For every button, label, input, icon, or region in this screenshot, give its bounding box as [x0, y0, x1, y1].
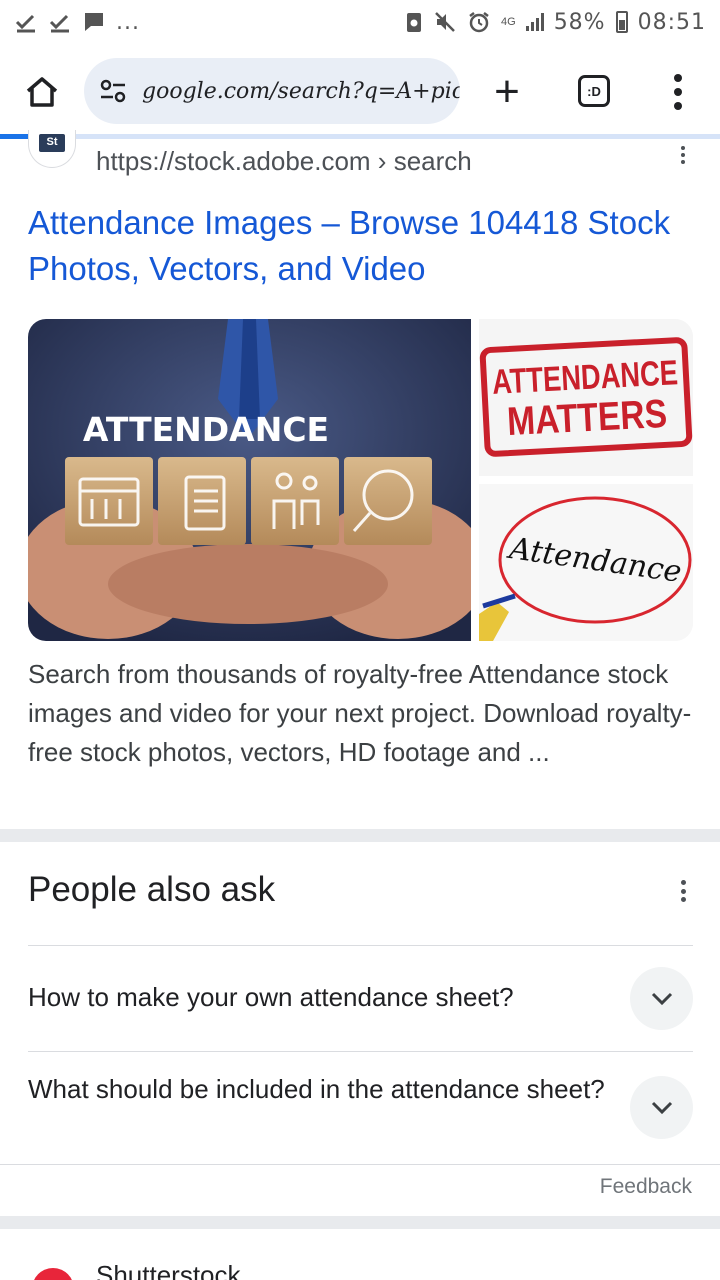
- paa-title: People also ask: [28, 870, 276, 909]
- battery-saver-icon: [407, 13, 421, 32]
- home-button[interactable]: [22, 72, 62, 112]
- paa-more-button[interactable]: [678, 880, 688, 902]
- paa-expand-button-2[interactable]: [630, 1076, 693, 1139]
- mute-icon: [435, 12, 455, 32]
- paa-expand-button-1[interactable]: [630, 967, 693, 1030]
- signal-icon: [525, 13, 544, 31]
- paa-question-2[interactable]: What should be included in the attendanc…: [28, 1071, 608, 1107]
- result-title-link[interactable]: Attendance Images – Browse 104418 Stock …: [28, 200, 688, 292]
- next-result-site-name[interactable]: Shutterstock: [96, 1260, 241, 1280]
- check-icon: [15, 14, 35, 33]
- paa-question-1[interactable]: How to make your own attendance sheet?: [28, 979, 608, 1015]
- tab-switcher-button[interactable]: :D: [578, 75, 610, 107]
- more-notifications: ...: [116, 9, 140, 35]
- result-site-url[interactable]: https://stock.adobe.com › search: [96, 146, 472, 177]
- url-text[interactable]: google.com/search?q=A+pic: [142, 79, 460, 104]
- chevron-down-icon: [651, 1101, 672, 1114]
- result-image-stamp[interactable]: ATTENDANCE MATTERS: [479, 319, 693, 476]
- message-icon: [85, 13, 103, 31]
- status-notifications: ...: [14, 10, 140, 35]
- next-result-favicon[interactable]: [32, 1268, 74, 1280]
- result-more-button[interactable]: [676, 146, 690, 164]
- section-separator: [0, 829, 720, 842]
- stamp-line2: MATTERS: [506, 392, 668, 444]
- feedback-link[interactable]: Feedback: [600, 1175, 692, 1199]
- main-image-caption: ATTENDANCE: [83, 410, 329, 449]
- site-favicon[interactable]: St: [28, 130, 76, 168]
- site-settings-icon[interactable]: [98, 76, 128, 106]
- favicon-logo: St: [39, 134, 65, 152]
- network-type: 4G: [501, 16, 516, 28]
- divider: [0, 1164, 720, 1165]
- browser-toolbar: google.com/search?q=A+pic +: [0, 56, 720, 128]
- home-icon: [26, 77, 58, 107]
- new-tab-button[interactable]: +: [488, 70, 526, 114]
- status-bar: ... 4G 58% 08:51: [0, 0, 720, 44]
- address-bar[interactable]: google.com/search?q=A+pic: [84, 58, 460, 124]
- status-system: 4G 58% 08:51: [405, 10, 706, 35]
- check-icon: [49, 14, 69, 33]
- browser-menu-button[interactable]: [668, 74, 688, 110]
- divider: [28, 945, 693, 946]
- battery-percent: 58%: [553, 9, 606, 35]
- alarm-icon: [469, 12, 489, 33]
- result-image-main[interactable]: ATTENDANCE: [28, 319, 471, 641]
- clock: 08:51: [637, 9, 706, 35]
- result-image-circled-word[interactable]: Attendance: [479, 484, 693, 641]
- divider: [28, 1051, 693, 1052]
- battery-icon: [615, 11, 628, 33]
- chevron-down-icon: [651, 992, 672, 1005]
- result-snippet: Search from thousands of royalty-free At…: [28, 659, 692, 767]
- page-load-progress: [0, 134, 720, 139]
- section-separator: [0, 1216, 720, 1229]
